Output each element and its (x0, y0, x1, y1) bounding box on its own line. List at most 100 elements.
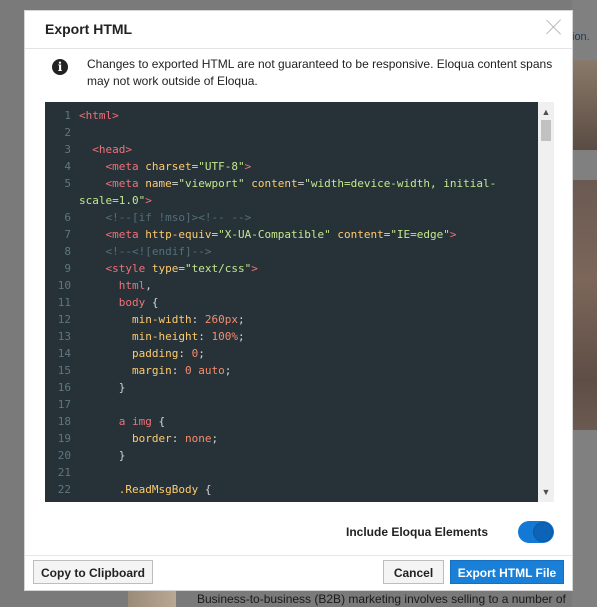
code-line: 3 <head> (45, 141, 538, 158)
scroll-thumb[interactable] (541, 120, 551, 141)
code-scrollbar[interactable]: ▲ ▼ (538, 102, 554, 502)
cancel-button[interactable]: Cancel (383, 560, 444, 584)
line-number: 19 (57, 432, 71, 445)
code-token: <!--[if !mso]><!-- --> (105, 211, 252, 224)
code-token: <head> (92, 143, 132, 156)
line-content: <!--[if !mso]><!-- --> (79, 209, 252, 226)
line-content: } (79, 379, 126, 396)
code-token: > (251, 262, 258, 275)
code-token: <style (105, 262, 152, 275)
code-token: a img (118, 415, 152, 428)
code-line: 17 (45, 396, 538, 413)
scroll-down-icon[interactable]: ▼ (538, 485, 554, 499)
line-content (79, 396, 86, 413)
line-content: <meta charset="UTF-8"> (79, 158, 252, 175)
code-token: padding (131, 347, 179, 360)
line-content (79, 464, 86, 481)
code-line: 13 min-height: 100%; (45, 328, 538, 345)
export-html-file-button[interactable]: Export HTML File (450, 560, 564, 584)
line-content: <style type="text/css"> (79, 260, 258, 277)
code-token: type (151, 262, 179, 275)
line-number: 22 (57, 483, 71, 496)
code-token: content (337, 228, 384, 241)
code-token: { (145, 296, 159, 309)
code-token: > (145, 194, 152, 207)
code-line: 16 } (45, 379, 538, 396)
close-icon[interactable] (542, 15, 566, 39)
line-content: <meta http-equiv="X-UA-Compatible" conte… (79, 226, 457, 243)
code-token: "text/css" (184, 262, 252, 275)
line-number: 11 (57, 296, 71, 309)
line-number: 7 (64, 228, 71, 241)
code-token: .ReadMsgBody (118, 483, 199, 496)
code-token: ; (237, 330, 245, 343)
background-image (572, 60, 597, 150)
code-token: 0 auto (184, 364, 225, 377)
line-content: .ReadMsgBody { (79, 481, 212, 498)
footer-divider (25, 555, 572, 556)
code-line: 15 margin: 0 auto; (45, 362, 538, 379)
code-token: <meta (105, 160, 146, 173)
code-token: border (131, 432, 172, 445)
line-content: body { (79, 294, 159, 311)
code-line: 21 (45, 464, 538, 481)
code-token: : (198, 330, 212, 343)
code-token: > (244, 160, 252, 173)
line-content: <head> (79, 141, 132, 158)
code-token: { (198, 483, 212, 496)
code-token: html (118, 279, 146, 292)
code-token: : (178, 347, 192, 360)
include-eloqua-elements-toggle[interactable] (518, 521, 554, 543)
code-token: "IE=edge" (390, 228, 450, 241)
copy-to-clipboard-button[interactable]: Copy to Clipboard (33, 560, 153, 584)
line-number: 3 (64, 143, 71, 156)
code-token: : (171, 432, 185, 445)
code-token: "UTF-8" (198, 160, 245, 173)
code-token: <!--<![endif]--> (105, 245, 212, 258)
dialog-title: Export HTML (45, 21, 133, 37)
code-token: <meta (105, 228, 146, 241)
code-line: 5 <meta name="viewport" content="width=d… (45, 175, 538, 192)
line-number: 17 (57, 398, 71, 411)
code-token: "viewport" (178, 177, 252, 190)
line-content: border: none; (79, 430, 218, 447)
code-token: 100% (211, 330, 238, 343)
code-token: content (251, 177, 298, 190)
dialog-header: Export HTML (25, 11, 572, 49)
line-number: 9 (64, 262, 71, 275)
code-token: name (145, 177, 172, 190)
code-token: ; (211, 432, 219, 445)
line-content (79, 124, 86, 141)
scroll-up-icon[interactable]: ▲ (538, 105, 554, 119)
background-body-text: Business-to-business (B2B) marketing inv… (197, 592, 566, 606)
code-line: 6 <!--[if !mso]><!-- --> (45, 209, 538, 226)
line-content: <meta name="viewport" content="width=dev… (79, 175, 497, 192)
code-line: 9 <style type="text/css"> (45, 260, 538, 277)
code-line: 1 <html> (45, 107, 538, 124)
code-token: http-equiv (145, 228, 212, 241)
code-editor[interactable]: 1 <html> 2 3 <head> 4 <meta charset="UTF-8"… (45, 102, 554, 502)
code-line: 2 (45, 124, 538, 141)
info-icon: i (52, 59, 68, 75)
line-number: 12 (57, 313, 71, 326)
code-line: 8 <!--<![endif]--> (45, 243, 538, 260)
code-token: none (184, 432, 212, 445)
line-number: 10 (57, 279, 71, 292)
line-number: 1 (64, 109, 71, 122)
background-thumbnail (128, 590, 176, 607)
code-line: scale=1.0"> (45, 192, 538, 209)
code-line: 14 padding: 0; (45, 345, 538, 362)
code-token: , (145, 279, 152, 292)
line-number (45, 192, 79, 209)
line-number: 4 (64, 160, 71, 173)
line-number: 8 (64, 245, 71, 258)
line-content: a img { (79, 413, 165, 430)
